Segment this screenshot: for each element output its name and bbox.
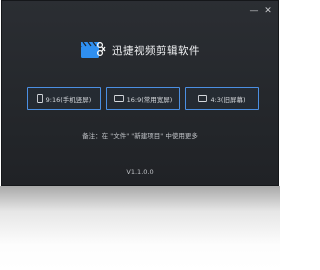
ratio-16-9-button[interactable]: 16:9(常用宽屏) <box>106 87 180 110</box>
usage-note: 备注：在 "文件" "新建项目" 中使用更多 <box>82 132 198 140</box>
window-controls: — ✕ <box>249 6 273 16</box>
window-reflection <box>0 186 280 270</box>
version-label: V1.1.0.0 <box>126 168 154 176</box>
ratio-9-16-button[interactable]: 9:16(手机竖屏) <box>27 87 101 110</box>
launcher-window: — ✕ 迅捷视频剪辑软件 9:16(手机竖屏) 16:9(常用宽屏) 4:3(旧… <box>1 0 279 186</box>
aspect-ratio-options: 9:16(手机竖屏) 16:9(常用宽屏) 4:3(旧屏幕) <box>27 87 259 110</box>
phone-portrait-icon <box>36 94 43 103</box>
ratio-4-3-label: 4:3(旧屏幕) <box>210 95 246 104</box>
brand-header: 迅捷视频剪辑软件 <box>1 40 279 60</box>
app-stage: — ✕ 迅捷视频剪辑软件 9:16(手机竖屏) 16:9(常用宽屏) 4:3(旧… <box>0 0 280 270</box>
minimize-icon[interactable]: — <box>249 6 259 16</box>
clapperboard-scissors-icon <box>81 41 106 58</box>
ratio-4-3-button[interactable]: 4:3(旧屏幕) <box>185 87 259 110</box>
ratio-9-16-label: 9:16(手机竖屏) <box>45 95 92 104</box>
close-icon[interactable]: ✕ <box>263 6 273 16</box>
widescreen-icon <box>113 95 124 102</box>
app-title: 迅捷视频剪辑软件 <box>112 44 200 57</box>
ratio-16-9-label: 16:9(常用宽屏) <box>126 95 173 104</box>
standard-screen-icon <box>198 95 208 102</box>
